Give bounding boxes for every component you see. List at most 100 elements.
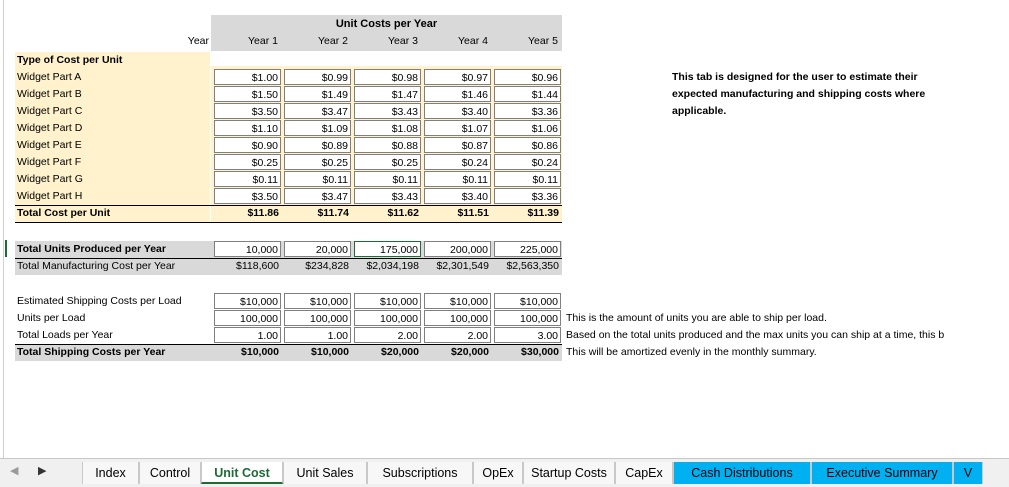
cost-row-cell[interactable]: $0.25 bbox=[354, 154, 421, 170]
loads-row-label: Total Loads per Year bbox=[17, 329, 113, 341]
cost-row-cell[interactable]: $1.09 bbox=[284, 120, 351, 136]
cost-row-cell[interactable]: $1.47 bbox=[354, 86, 421, 102]
total-cost-row-cell[interactable]: $11.39 bbox=[494, 205, 561, 221]
units-produced-row-cell[interactable]: 20,000 bbox=[284, 241, 351, 257]
cost-row-label: Widget Part A bbox=[17, 71, 82, 83]
units-produced-row-cell[interactable]: 225,000 bbox=[494, 241, 561, 257]
scroll-left-icon[interactable]: ◀ bbox=[10, 464, 18, 477]
cost-row-cell[interactable]: $0.86 bbox=[494, 137, 561, 153]
units-produced-row-cell[interactable]: 200,000 bbox=[424, 241, 491, 257]
tab-capex[interactable]: CapEx bbox=[615, 462, 673, 484]
manufacturing-cost-row-cell[interactable]: $2,563,350 bbox=[494, 258, 561, 274]
total-shipping-row-cell[interactable]: $20,000 bbox=[424, 344, 491, 360]
cost-row-cell[interactable]: $0.98 bbox=[354, 69, 421, 85]
cost-row-cell[interactable]: $0.97 bbox=[424, 69, 491, 85]
cost-row-cell[interactable]: $3.43 bbox=[354, 188, 421, 204]
tab-opex[interactable]: OpEx bbox=[473, 462, 523, 484]
cost-row-cell[interactable]: $0.25 bbox=[284, 154, 351, 170]
cost-row-cell[interactable]: $3.36 bbox=[494, 188, 561, 204]
total-shipping-row-cell[interactable]: $10,000 bbox=[214, 344, 281, 360]
cost-row-cell[interactable]: $3.43 bbox=[354, 103, 421, 119]
cost-row-cell[interactable]: $1.44 bbox=[494, 86, 561, 102]
cost-row-cell[interactable]: $0.90 bbox=[214, 137, 281, 153]
tab-executive-summary[interactable]: Executive Summary bbox=[811, 462, 953, 484]
cost-row-cell[interactable]: $0.11 bbox=[494, 171, 561, 187]
manufacturing-cost-row-cell[interactable]: $2,034,198 bbox=[354, 258, 421, 274]
cost-row-cell[interactable]: $3.40 bbox=[424, 188, 491, 204]
cost-row-cell[interactable]: $3.47 bbox=[284, 188, 351, 204]
cost-row-cell[interactable]: $0.24 bbox=[424, 154, 491, 170]
tab-control[interactable]: Control bbox=[139, 462, 201, 484]
total-cost-row-label: Total Cost per Unit bbox=[17, 207, 111, 219]
shipping-cost-row-cell[interactable]: $10,000 bbox=[214, 293, 281, 309]
units-per-load-row-cell[interactable]: 100,000 bbox=[424, 310, 491, 326]
shipping-cost-row-cell[interactable]: $10,000 bbox=[354, 293, 421, 309]
total-cost-row-cell[interactable]: $11.74 bbox=[284, 205, 351, 221]
cost-row-cell[interactable]: $1.08 bbox=[354, 120, 421, 136]
cost-row-cell[interactable]: $0.88 bbox=[354, 137, 421, 153]
tab-unit-cost[interactable]: Unit Cost bbox=[201, 462, 283, 484]
tab-cash-distributions[interactable]: Cash Distributions bbox=[673, 462, 811, 484]
shipping-cost-row-cell[interactable]: $10,000 bbox=[284, 293, 351, 309]
cost-row-cell[interactable]: $1.10 bbox=[214, 120, 281, 136]
units-produced-row-cell[interactable]: 175,000 bbox=[354, 241, 421, 257]
cost-row-cell[interactable]: $1.07 bbox=[424, 120, 491, 136]
total-cost-row-cell[interactable]: $11.86 bbox=[214, 205, 281, 221]
cost-row-cell[interactable]: $0.11 bbox=[284, 171, 351, 187]
total-shipping-row-label: Total Shipping Costs per Year bbox=[17, 346, 166, 358]
cost-row-cell[interactable]: $3.50 bbox=[214, 103, 281, 119]
side-note-line: expected manufacturing and shipping cost… bbox=[672, 88, 926, 100]
cost-row-cell[interactable]: $3.40 bbox=[424, 103, 491, 119]
cost-row-cell[interactable]: $3.36 bbox=[494, 103, 561, 119]
cost-row-cell[interactable]: $0.11 bbox=[424, 171, 491, 187]
units-produced-row-cell[interactable]: 10,000 bbox=[214, 241, 281, 257]
units-per-load-row-cell[interactable]: 100,000 bbox=[284, 310, 351, 326]
manufacturing-cost-row-cell[interactable]: $118,600 bbox=[214, 258, 281, 274]
cost-row-cell[interactable]: $0.11 bbox=[214, 171, 281, 187]
cost-row-cell[interactable]: $3.50 bbox=[214, 188, 281, 204]
total-shipping-row-cell[interactable]: $30,000 bbox=[494, 344, 561, 360]
cost-row-cell[interactable]: $1.06 bbox=[494, 120, 561, 136]
cost-row-cell[interactable]: $0.99 bbox=[284, 69, 351, 85]
year-header-1: Year 1 bbox=[248, 35, 278, 47]
loads-row-cell[interactable]: 2.00 bbox=[354, 327, 421, 343]
tab-unit-sales[interactable]: Unit Sales bbox=[283, 462, 367, 484]
row-gutter bbox=[0, 0, 4, 458]
cost-row-cell[interactable]: $1.49 bbox=[284, 86, 351, 102]
loads-row-cell[interactable]: 3.00 bbox=[494, 327, 561, 343]
cost-row-cell[interactable]: $0.11 bbox=[354, 171, 421, 187]
shipping-cost-row-cell[interactable]: $10,000 bbox=[494, 293, 561, 309]
units-per-load-row-cell[interactable]: 100,000 bbox=[354, 310, 421, 326]
tab-startup-costs[interactable]: Startup Costs bbox=[523, 462, 615, 484]
cost-row-cell[interactable]: $3.47 bbox=[284, 103, 351, 119]
total-shipping-row-cell[interactable]: $20,000 bbox=[354, 344, 421, 360]
units-per-load-row-cell[interactable]: 100,000 bbox=[214, 310, 281, 326]
total-shipping-row-cell[interactable]: $10,000 bbox=[284, 344, 351, 360]
cost-row-cell[interactable]: $0.89 bbox=[284, 137, 351, 153]
tab-index[interactable]: Index bbox=[82, 462, 139, 484]
manufacturing-cost-row-cell[interactable]: $2,301,549 bbox=[424, 258, 491, 274]
cost-row-cell[interactable]: $0.96 bbox=[494, 69, 561, 85]
loads-row-cell[interactable]: 2.00 bbox=[424, 327, 491, 343]
production-divider bbox=[15, 258, 562, 259]
units-per-load-row-cell[interactable]: 100,000 bbox=[494, 310, 561, 326]
cost-row-cell[interactable]: $1.46 bbox=[424, 86, 491, 102]
manufacturing-cost-row-cell[interactable]: $234,828 bbox=[284, 258, 351, 274]
total-cost-row-cell[interactable]: $11.51 bbox=[424, 205, 491, 221]
cost-row-label: Widget Part B bbox=[17, 88, 82, 100]
cost-row-cell[interactable]: $1.00 bbox=[214, 69, 281, 85]
loads-row-cell[interactable]: 1.00 bbox=[284, 327, 351, 343]
shipping-divider bbox=[15, 344, 562, 345]
cost-row-cell[interactable]: $0.25 bbox=[214, 154, 281, 170]
total-cost-bottom bbox=[15, 222, 562, 223]
shipping-cost-row-cell[interactable]: $10,000 bbox=[424, 293, 491, 309]
cost-row-cell[interactable]: $0.24 bbox=[494, 154, 561, 170]
scroll-right-icon[interactable]: ▶ bbox=[38, 464, 46, 477]
total-cost-row-cell[interactable]: $11.62 bbox=[354, 205, 421, 221]
cost-row-cell[interactable]: $1.50 bbox=[214, 86, 281, 102]
tab-v[interactable]: V bbox=[953, 462, 983, 484]
tab-subscriptions[interactable]: Subscriptions bbox=[367, 462, 473, 484]
loads-row-cell[interactable]: 1.00 bbox=[214, 327, 281, 343]
cost-row-cell[interactable]: $0.87 bbox=[424, 137, 491, 153]
manufacturing-cost-row-label: Total Manufacturing Cost per Year bbox=[17, 260, 176, 272]
